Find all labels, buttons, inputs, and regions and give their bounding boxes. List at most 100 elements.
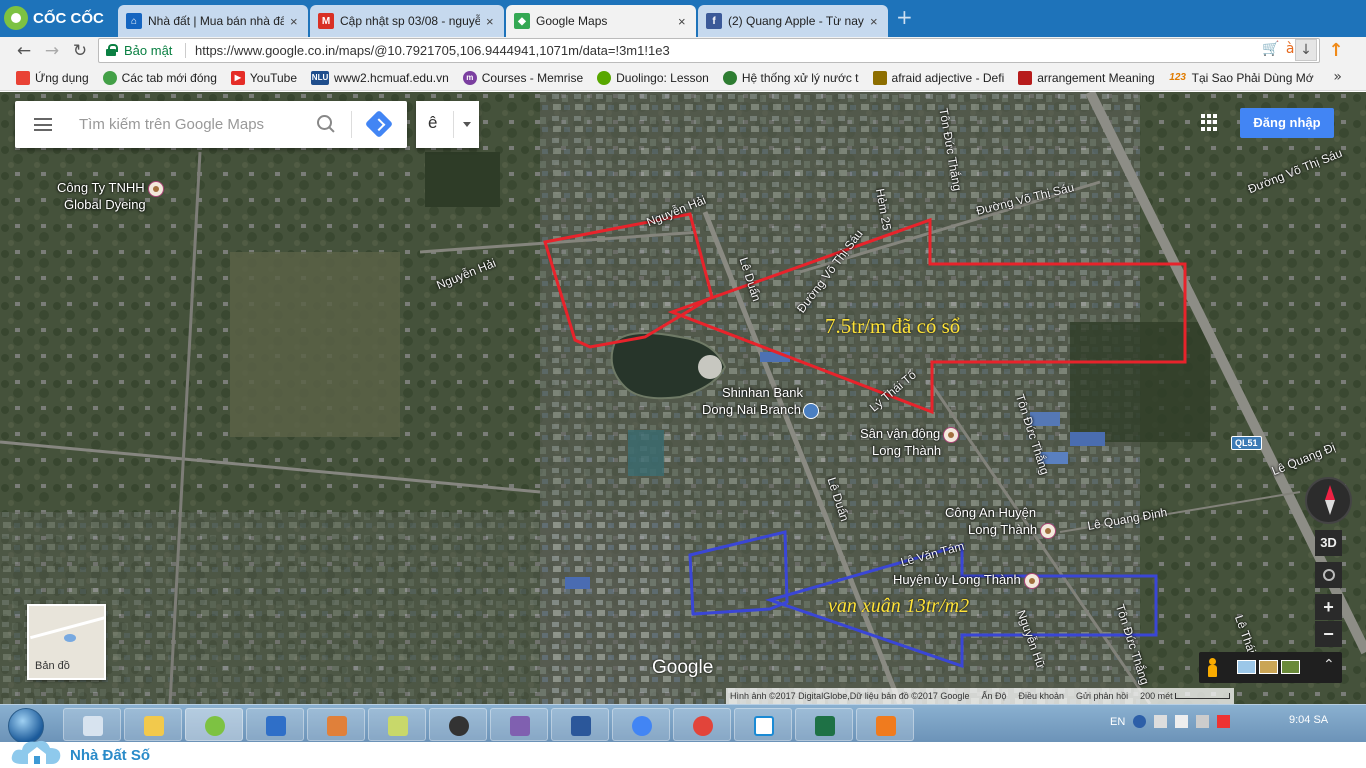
bookmark-hcmuaf[interactable]: NLU www2.hcmuaf.edu.vn	[311, 70, 449, 85]
taskbar-app-zalo[interactable]	[734, 708, 792, 741]
taskbar-app-notes[interactable]	[368, 708, 426, 741]
watermark-bar: Nhà Đất Số	[0, 740, 1366, 768]
upload-arrow-icon[interactable]: ↑	[1327, 40, 1345, 62]
taskbar-app-vietkey[interactable]	[246, 708, 304, 741]
network-app-icon	[83, 716, 103, 736]
antivirus-icon[interactable]	[1217, 715, 1231, 728]
browser-toolbar: ← → ↻ Bảo mật https://www.google.co.in/m…	[0, 37, 1366, 65]
compass-icon[interactable]	[1305, 477, 1352, 524]
my-location-button[interactable]	[1315, 562, 1342, 588]
attribution-imagery: Hình ảnh ©2017 DigitalGlobe,Dữ liệu bản …	[730, 691, 970, 701]
notes-icon	[388, 716, 408, 736]
3d-button[interactable]: 3D	[1315, 530, 1342, 556]
poi-label-san-van-dong[interactable]: Sân vận động	[860, 426, 960, 443]
imagery-thumb-icon[interactable]	[1237, 660, 1256, 674]
poi-label-global-dyeing[interactable]: Global Dyeing	[64, 197, 146, 212]
poi-label-cong-an[interactable]: Long Thành	[968, 522, 1057, 539]
close-icon[interactable]: ×	[870, 14, 880, 29]
attribution-scale[interactable]: 200 mét	[1140, 688, 1231, 704]
taskbar-app-chrome[interactable]	[673, 708, 731, 741]
taskbar-app-network[interactable]	[63, 708, 121, 741]
windows-taskbar: EN 9:04 SA	[0, 704, 1366, 744]
url-text[interactable]: https://www.google.co.in/maps/@10.792170…	[195, 43, 670, 58]
taskbar-app-visualstudio[interactable]	[490, 708, 548, 741]
close-icon[interactable]: ×	[290, 14, 300, 29]
bookmark-memrise[interactable]: m Courses - Memrise	[462, 70, 583, 85]
bookmark-ung-dung[interactable]: Ứng dụng	[16, 70, 89, 85]
coccoc-brand[interactable]: CỐC CỐC	[4, 4, 104, 32]
chevron-right-icon[interactable]: »	[1333, 69, 1342, 85]
attribution-country[interactable]: Ấn Độ	[981, 688, 1006, 704]
paint-icon	[327, 716, 347, 736]
tab-google-maps[interactable]: ◆ Google Maps ×	[506, 5, 696, 37]
taskbar-app-excel[interactable]	[795, 708, 853, 741]
search-input[interactable]: Tìm kiếm trên Google Maps	[79, 116, 264, 133]
tab-gmail[interactable]: M Cập nhật sp 03/08 - nguyễn ×	[310, 5, 504, 37]
address-bar[interactable]: Bảo mật https://www.google.co.in/maps/@1…	[98, 38, 1320, 63]
imagery-thumb-icon[interactable]	[1281, 660, 1300, 674]
taskbar-app-clock[interactable]	[429, 708, 487, 741]
clock-app-icon	[449, 716, 469, 736]
taskbar-app-orange[interactable]	[856, 708, 914, 741]
directions-icon[interactable]	[364, 109, 394, 139]
map-canvas[interactable]: Tìm kiếm trên Google Maps ê Đăng nhập Cô…	[0, 92, 1366, 704]
poi-label-huyen-uy[interactable]: Huyện ủy Long Thành	[893, 572, 1040, 589]
taskbar-app-explorer[interactable]	[124, 708, 182, 741]
poi-label-shinhan-1[interactable]: Shinhan Bank	[722, 385, 803, 400]
close-icon[interactable]: ×	[486, 14, 496, 29]
taskbar-app-chrome-blue[interactable]	[612, 708, 670, 741]
bookmark-youtube[interactable]: ▶ YouTube	[230, 70, 297, 85]
tab-nha-dat[interactable]: ⌂ Nhà đất | Mua bán nhà đất ×	[118, 5, 308, 37]
download-icon[interactable]: ↓	[1295, 39, 1317, 61]
back-arrow-icon[interactable]: ←	[13, 40, 35, 62]
bookmark-duolingo[interactable]: Duolingo: Lesson	[597, 70, 709, 85]
ime-selector[interactable]: ê	[416, 101, 479, 148]
poi-label-cong-an-1[interactable]: Công An Huyện	[945, 505, 1036, 520]
visual-studio-icon	[510, 716, 530, 736]
network-icon[interactable]	[1175, 715, 1189, 728]
reload-icon[interactable]: ↻	[69, 40, 91, 62]
attribution-terms[interactable]: Điều khoản	[1018, 688, 1064, 704]
search-separator	[351, 111, 352, 138]
translate-icon[interactable]: à	[1286, 41, 1295, 57]
poi-label-shinhan[interactable]: Dong Nai Branch	[702, 402, 819, 419]
poi-label-long-thanh-stadium[interactable]: Long Thành	[872, 443, 941, 458]
pegman-icon[interactable]	[1207, 658, 1218, 677]
close-icon[interactable]: ×	[678, 14, 688, 29]
chevron-up-icon[interactable]: ⌃	[1323, 657, 1335, 673]
bookmark-tai-sao[interactable]: 123 Tại Sao Phải Dùng Mớ	[1169, 71, 1313, 85]
shopping-cart-icon[interactable]: 🛒	[1262, 41, 1279, 57]
map-layer-toggle[interactable]: Bản đồ	[27, 604, 106, 680]
signin-button[interactable]: Đăng nhập	[1240, 108, 1334, 138]
menu-icon[interactable]	[34, 118, 52, 131]
taskbar-app-paint[interactable]	[307, 708, 365, 741]
zoom-out-button[interactable]: −	[1315, 621, 1342, 647]
taskbar-app-coccoc[interactable]	[185, 708, 243, 741]
chevron-down-icon[interactable]	[463, 122, 471, 127]
language-indicator[interactable]: EN	[1110, 716, 1125, 728]
taskbar-clock[interactable]: 9:04 SA	[1289, 714, 1328, 726]
app-icon	[876, 716, 896, 736]
zoom-in-button[interactable]: +	[1315, 594, 1342, 620]
bookmark-he-thong[interactable]: Hệ thống xử lý nước t	[722, 70, 859, 85]
chrome-icon	[693, 716, 713, 736]
google-maps-icon: ◆	[514, 13, 530, 29]
poi-label-cong-ty[interactable]: Công Ty TNHH	[57, 180, 164, 197]
search-box[interactable]: Tìm kiếm trên Google Maps	[15, 101, 407, 148]
search-icon[interactable]	[316, 114, 336, 134]
new-tab-button[interactable]: +	[896, 7, 914, 27]
attribution-feedback[interactable]: Gửi phản hồi	[1076, 688, 1128, 704]
imagery-thumb-icon[interactable]	[1259, 660, 1278, 674]
bookmark-label: Duolingo: Lesson	[616, 70, 709, 85]
volume-icon[interactable]	[1196, 715, 1210, 728]
tab-label: (2) Quang Apple - Từ nay v	[728, 14, 864, 28]
taskbar-app-word[interactable]	[551, 708, 609, 741]
tab-facebook[interactable]: f (2) Quang Apple - Từ nay v ×	[698, 5, 888, 37]
help-icon[interactable]	[1133, 715, 1147, 728]
forward-arrow-icon[interactable]: →	[41, 40, 63, 62]
bookmark-afraid[interactable]: afraid adjective - Defi	[872, 70, 1004, 85]
flag-icon[interactable]	[1154, 715, 1168, 728]
apps-grid-icon[interactable]	[1201, 114, 1218, 131]
bookmark-arrangement[interactable]: arrangement Meaning	[1018, 70, 1155, 85]
bookmark-recent-tabs[interactable]: Các tab mới đóng	[102, 70, 217, 85]
